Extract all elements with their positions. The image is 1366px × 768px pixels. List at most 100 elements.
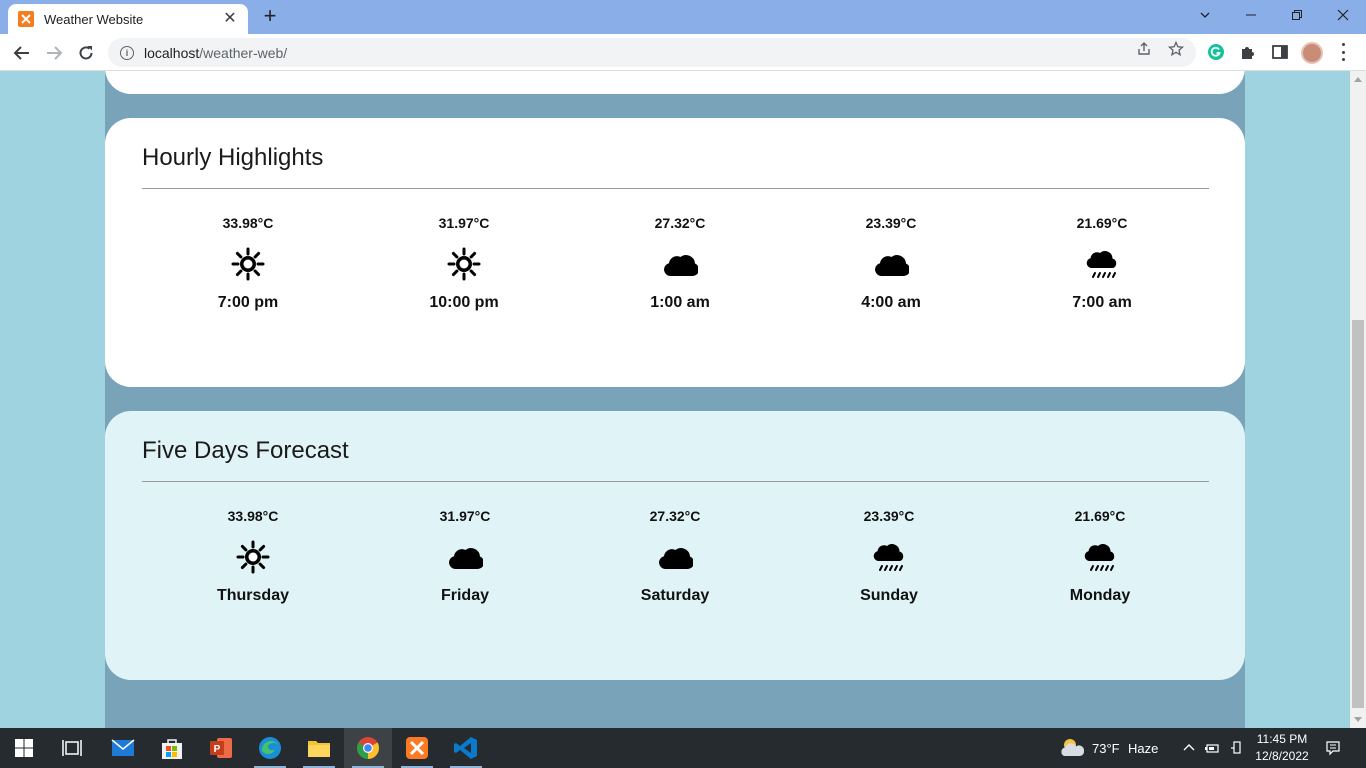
clock-date: 12/8/2022: [1255, 749, 1309, 763]
close-window-button[interactable]: [1320, 0, 1366, 30]
extensions-puzzle-icon[interactable]: [1239, 43, 1257, 61]
scroll-down-arrow-icon[interactable]: [1354, 717, 1362, 722]
minimize-button[interactable]: [1228, 0, 1274, 30]
cloud-icon: [873, 246, 909, 282]
taskbar-weather-temp[interactable]: 73°F: [1092, 728, 1120, 768]
scrollbar-thumb[interactable]: [1352, 320, 1364, 708]
side-panel-icon[interactable]: [1271, 43, 1289, 61]
url-host: localhost: [144, 44, 200, 61]
forecast-day-name: Thursday: [216, 587, 289, 604]
forecast-day-item: 27.32°C Saturday: [605, 507, 745, 605]
hourly-temp: 23.39°C: [865, 215, 917, 231]
hourly-item: 31.97°C 10:00 pm: [394, 214, 534, 312]
address-url: localhost/weather-web/: [144, 45, 287, 61]
network-icon[interactable]: [1229, 740, 1245, 756]
restore-button[interactable]: [1274, 0, 1320, 30]
divider: [142, 188, 1209, 189]
new-tab-button[interactable]: +: [258, 5, 282, 28]
chrome-browser-icon[interactable]: [344, 728, 392, 768]
hourly-item: 21.69°C 7:00 am: [1032, 214, 1172, 312]
hourly-time: 4:00 am: [861, 294, 921, 311]
browser-toolbar: i localhost/weather-web/: [0, 34, 1366, 71]
rain-cloud-icon: [1082, 539, 1118, 575]
task-view-icon[interactable]: [48, 728, 96, 768]
tab-search-chevron-icon[interactable]: [1182, 0, 1228, 30]
hourly-highlights-title: Hourly Highlights: [142, 144, 324, 171]
forecast-day-item: 21.69°C Monday: [1030, 507, 1170, 605]
forecast-day-name: Friday: [440, 587, 489, 604]
previous-card-bottom: [105, 71, 1245, 94]
hourly-item: 33.98°C 7:00 pm: [178, 214, 318, 312]
forecast-day-item: 31.97°C Friday: [395, 507, 535, 605]
windows-taskbar: P 73°F Haze 11:45 PM 12/8/2022: [0, 728, 1366, 768]
reload-button[interactable]: [73, 40, 99, 66]
svg-text:P: P: [214, 744, 221, 755]
microsoft-store-icon[interactable]: [148, 728, 196, 768]
battery-icon[interactable]: [1204, 740, 1220, 756]
cloud-icon: [657, 539, 693, 575]
mail-app-icon[interactable]: [99, 728, 147, 768]
share-icon[interactable]: [1136, 41, 1152, 57]
windows-start-icon[interactable]: [0, 728, 48, 768]
hourly-temp: 27.32°C: [654, 215, 706, 231]
hourly-time: 1:00 am: [650, 294, 710, 311]
forecast-day-name: Monday: [1069, 587, 1131, 604]
file-explorer-icon[interactable]: [295, 728, 343, 768]
hourly-item: 23.39°C 4:00 am: [821, 214, 961, 312]
hourly-time: 7:00 am: [1072, 294, 1132, 311]
page-scrollbar[interactable]: [1350, 71, 1366, 728]
clock-time: 11:45 PM: [1256, 732, 1308, 746]
forecast-day-name: Sunday: [860, 587, 918, 604]
forecast-day-item: 23.39°C Sunday: [819, 507, 959, 605]
scroll-up-arrow-icon[interactable]: [1354, 77, 1362, 82]
taskbar-weather-desc[interactable]: Haze: [1128, 728, 1158, 768]
notification-center-icon[interactable]: [1325, 740, 1341, 756]
forecast-temp: 23.39°C: [863, 508, 915, 524]
hourly-time: 7:00 pm: [217, 294, 279, 311]
forecast-day-name: Saturday: [640, 587, 710, 604]
xampp-icon[interactable]: [393, 728, 441, 768]
cloud-icon: [447, 539, 483, 575]
vscode-icon[interactable]: [442, 728, 490, 768]
rain-cloud-icon: [871, 539, 907, 575]
edge-browser-icon[interactable]: [246, 728, 294, 768]
five-days-forecast-title: Five Days Forecast: [142, 437, 349, 464]
tab-title: Weather Website: [44, 11, 144, 27]
divider: [142, 481, 1209, 482]
rain-cloud-icon: [1084, 246, 1120, 282]
hourly-temp: 21.69°C: [1076, 215, 1128, 231]
sun-icon: [230, 246, 266, 282]
grammarly-extension-icon[interactable]: [1207, 43, 1225, 61]
address-bar[interactable]: i localhost/weather-web/: [108, 38, 1196, 67]
hourly-temp: 31.97°C: [438, 215, 490, 231]
show-hidden-icons-chevron-icon[interactable]: [1181, 740, 1197, 756]
hourly-item: 27.32°C 1:00 am: [610, 214, 750, 312]
xampp-favicon-icon: [18, 11, 34, 27]
hourly-highlights-card: Hourly Highlights 33.98°C 7:00 pm 31.97°…: [105, 118, 1245, 387]
bookmark-star-icon[interactable]: [1168, 41, 1184, 57]
hourly-temp: 33.98°C: [222, 215, 274, 231]
url-path: /weather-web/: [199, 44, 288, 61]
five-days-forecast-card: Five Days Forecast 33.98°C Thursday 31.9…: [105, 411, 1245, 680]
browser-menu-icon[interactable]: [1340, 43, 1346, 61]
forecast-temp: 33.98°C: [227, 508, 279, 524]
forecast-temp: 31.97°C: [439, 508, 491, 524]
browser-tab[interactable]: Weather Website ✕: [8, 4, 248, 34]
content-column: Hourly Highlights 33.98°C 7:00 pm 31.97°…: [105, 71, 1245, 728]
sun-icon: [235, 539, 271, 575]
site-info-icon[interactable]: i: [120, 45, 134, 60]
sun-icon: [446, 246, 482, 282]
taskbar-clock[interactable]: 11:45 PM 12/8/2022: [1252, 731, 1312, 765]
tab-close-icon[interactable]: ✕: [222, 11, 238, 27]
hourly-time: 10:00 pm: [429, 294, 499, 311]
page-viewport: Hourly Highlights 33.98°C 7:00 pm 31.97°…: [0, 71, 1350, 728]
weather-haze-icon[interactable]: [1058, 736, 1086, 760]
back-button[interactable]: [9, 40, 35, 66]
forward-button[interactable]: [41, 40, 67, 66]
forecast-day-item: 33.98°C Thursday: [183, 507, 323, 605]
browser-tab-strip: Weather Website ✕ +: [0, 0, 1366, 34]
cloud-icon: [662, 246, 698, 282]
forecast-temp: 21.69°C: [1074, 508, 1126, 524]
powerpoint-icon[interactable]: P: [197, 728, 245, 768]
profile-avatar[interactable]: [1301, 42, 1323, 64]
